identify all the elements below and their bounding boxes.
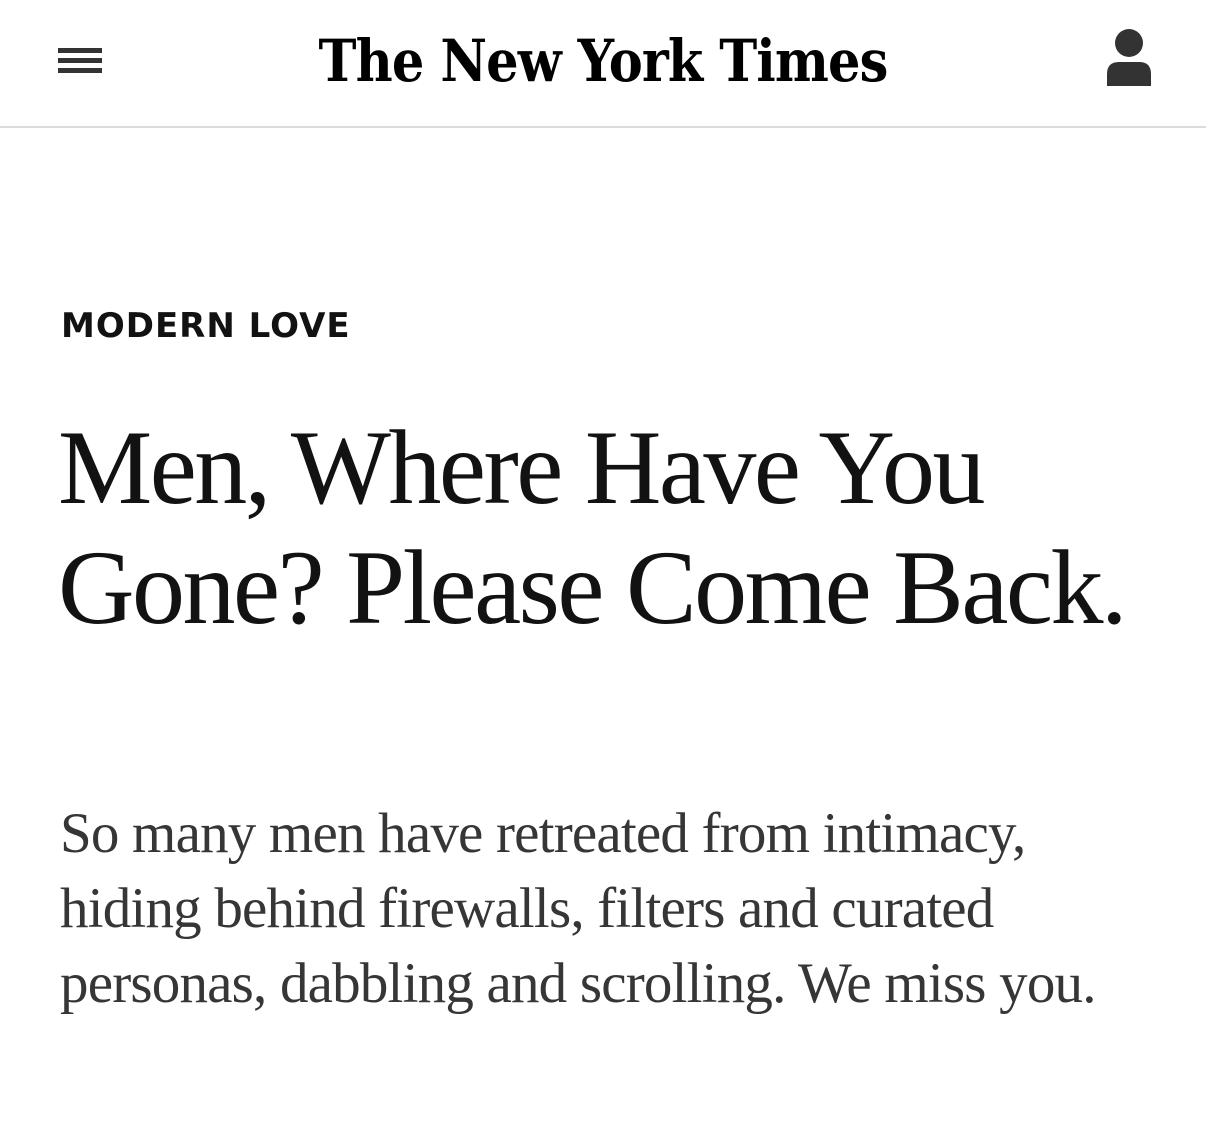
- masthead-header: The New York Times: [0, 0, 1206, 128]
- menu-bar: [58, 48, 102, 53]
- menu-bar: [58, 68, 102, 73]
- person-icon: [1107, 29, 1151, 86]
- section-kicker[interactable]: MODERN LOVE: [61, 306, 351, 346]
- nyt-logo[interactable]: The New York Times: [319, 18, 889, 104]
- article-summary: So many men have retreated from intimacy…: [60, 802, 1096, 1015]
- hamburger-menu-icon[interactable]: [58, 46, 104, 74]
- article-headline: Men, Where Have You Gone? Please Come Ba…: [58, 409, 1127, 646]
- menu-bar: [58, 58, 102, 63]
- user-account-icon[interactable]: [1104, 26, 1154, 88]
